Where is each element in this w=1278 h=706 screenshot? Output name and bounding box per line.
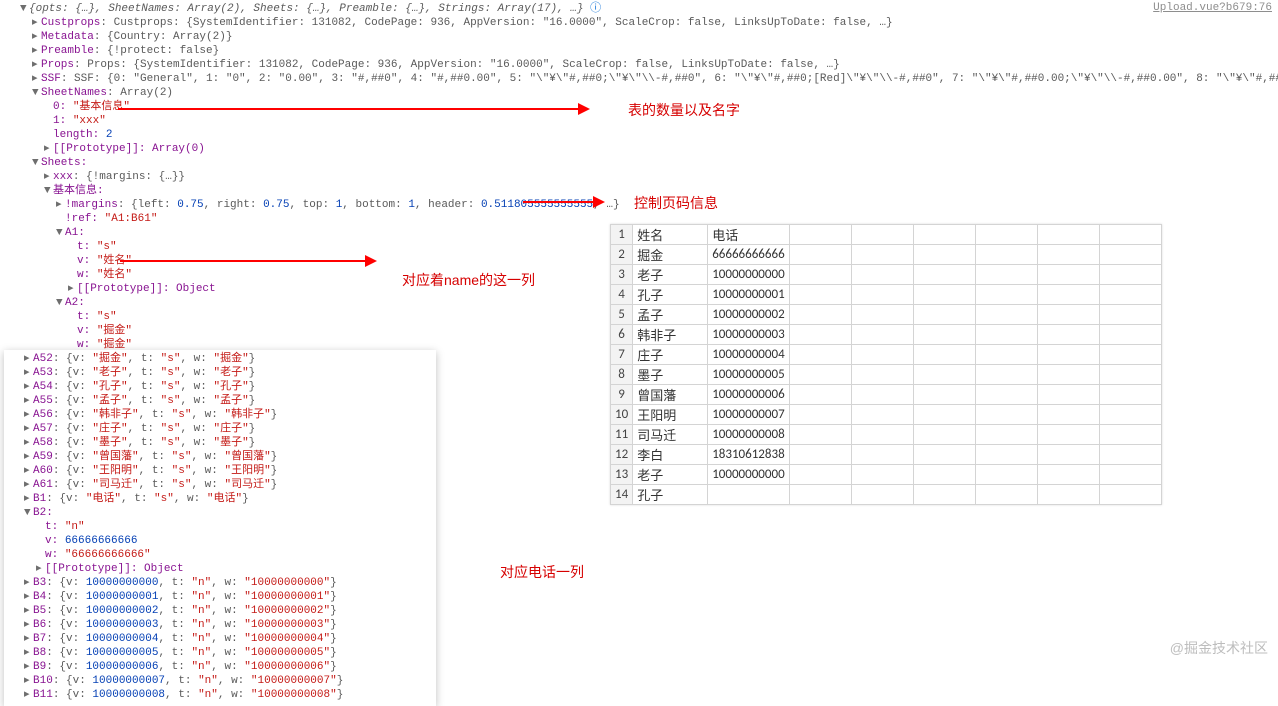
row-number: 2 (611, 245, 633, 265)
row-number: 13 (611, 465, 633, 485)
cell-phone[interactable]: 电话 (708, 225, 790, 245)
row-number: 10 (611, 405, 633, 425)
cell-phone[interactable]: 18310612838 (708, 445, 790, 465)
table-row[interactable]: 8墨子10000000005 (611, 365, 1162, 385)
prototype-label: [[Prototype]]: Array(0) (53, 143, 205, 155)
cell-phone[interactable]: 10000000002 (708, 305, 790, 325)
annotation-phone-col: 对应电话一列 (500, 562, 584, 582)
cell-name[interactable]: 韩非子 (633, 325, 708, 345)
table-row[interactable]: 5孟子10000000002 (611, 305, 1162, 325)
disclosure-triangle-icon[interactable]: ▸ (44, 170, 53, 184)
table-row[interactable]: 6韩非子10000000003 (611, 325, 1162, 345)
row-number: 12 (611, 445, 633, 465)
cell-name[interactable]: 司马迁 (633, 425, 708, 445)
row-number: 7 (611, 345, 633, 365)
row-number: 5 (611, 305, 633, 325)
cell-name[interactable]: 墨子 (633, 365, 708, 385)
table-row[interactable]: 2掘金66666666666 (611, 245, 1162, 265)
cell-name[interactable]: 庄子 (633, 345, 708, 365)
cell-name[interactable]: 孔子 (633, 285, 708, 305)
disclosure-triangle-icon[interactable]: ▼ (20, 2, 29, 16)
cell-phone[interactable]: 10000000003 (708, 325, 790, 345)
table-row[interactable]: 1姓名电话 (611, 225, 1162, 245)
annotation-name-col: 对应着name的这一列 (402, 270, 535, 290)
spreadsheet-preview: 1姓名电话2掘金666666666663老子100000000004孔子1000… (610, 224, 1162, 505)
floating-console-panel: ▸A52: {v: "掘金", t: "s", w: "掘金"} ▸A53: {… (4, 350, 436, 706)
table-row[interactable]: 7庄子10000000004 (611, 345, 1162, 365)
table-row[interactable]: 4孔子10000000001 (611, 285, 1162, 305)
table-row[interactable]: 9曾国藩10000000006 (611, 385, 1162, 405)
cell-phone[interactable]: 66666666666 (708, 245, 790, 265)
annotation-margins: 控制页码信息 (634, 193, 718, 213)
cell-name[interactable]: 王阳明 (633, 405, 708, 425)
cell-name[interactable]: 老子 (633, 265, 708, 285)
cell-phone[interactable]: 10000000008 (708, 425, 790, 445)
cell-phone[interactable]: 10000000007 (708, 405, 790, 425)
cell-phone[interactable]: 10000000000 (708, 465, 790, 485)
row-number: 6 (611, 325, 633, 345)
cell-name[interactable]: 孔子 (633, 485, 708, 505)
disclosure-triangle-icon[interactable]: ▸ (32, 16, 41, 30)
disclosure-triangle-icon[interactable]: ▼ (32, 156, 41, 170)
arrow-icon (120, 260, 375, 262)
row-number: 11 (611, 425, 633, 445)
table-row[interactable]: 11司马迁10000000008 (611, 425, 1162, 445)
cell-name[interactable]: 李白 (633, 445, 708, 465)
cell-name[interactable]: 曾国藩 (633, 385, 708, 405)
disclosure-triangle-icon[interactable]: ▼ (32, 86, 41, 100)
cell-phone[interactable]: 10000000006 (708, 385, 790, 405)
cell-phone[interactable] (708, 485, 790, 505)
row-number: 3 (611, 265, 633, 285)
row-number: 1 (611, 225, 633, 245)
row-number: 4 (611, 285, 633, 305)
arrow-icon (118, 108, 588, 110)
disclosure-triangle-icon[interactable]: ▼ (56, 296, 65, 310)
disclosure-triangle-icon[interactable]: ▸ (32, 72, 41, 86)
disclosure-triangle-icon[interactable]: ▸ (68, 282, 77, 296)
cell-name[interactable]: 掘金 (633, 245, 708, 265)
disclosure-triangle-icon[interactable]: ▸ (44, 142, 53, 156)
disclosure-triangle-icon[interactable]: ▸ (32, 44, 41, 58)
disclosure-triangle-icon[interactable]: ▸ (56, 198, 65, 212)
cell-phone[interactable]: 10000000000 (708, 265, 790, 285)
table-row[interactable]: 13老子10000000000 (611, 465, 1162, 485)
disclosure-triangle-icon[interactable]: ▼ (56, 226, 65, 240)
cell-phone[interactable]: 10000000005 (708, 365, 790, 385)
disclosure-triangle-icon[interactable]: ▼ (44, 184, 53, 198)
cell-name[interactable]: 姓名 (633, 225, 708, 245)
disclosure-triangle-icon[interactable]: ▸ (32, 30, 41, 44)
cell-phone[interactable]: 10000000001 (708, 285, 790, 305)
row-number: 8 (611, 365, 633, 385)
cell-phone[interactable]: 10000000004 (708, 345, 790, 365)
table-row[interactable]: 14孔子 (611, 485, 1162, 505)
table-row[interactable]: 12李白18310612838 (611, 445, 1162, 465)
annotation-sheetnames: 表的数量以及名字 (628, 100, 740, 120)
table-row[interactable]: 10王阳明10000000007 (611, 405, 1162, 425)
table-row[interactable]: 3老子10000000000 (611, 265, 1162, 285)
disclosure-triangle-icon[interactable]: ▸ (32, 58, 41, 72)
cell-name[interactable]: 老子 (633, 465, 708, 485)
row-number: 9 (611, 385, 633, 405)
row-number: 14 (611, 485, 633, 505)
arrow-icon (523, 201, 603, 203)
cell-name[interactable]: 孟子 (633, 305, 708, 325)
watermark: @掘金技术社区 (1170, 638, 1268, 658)
